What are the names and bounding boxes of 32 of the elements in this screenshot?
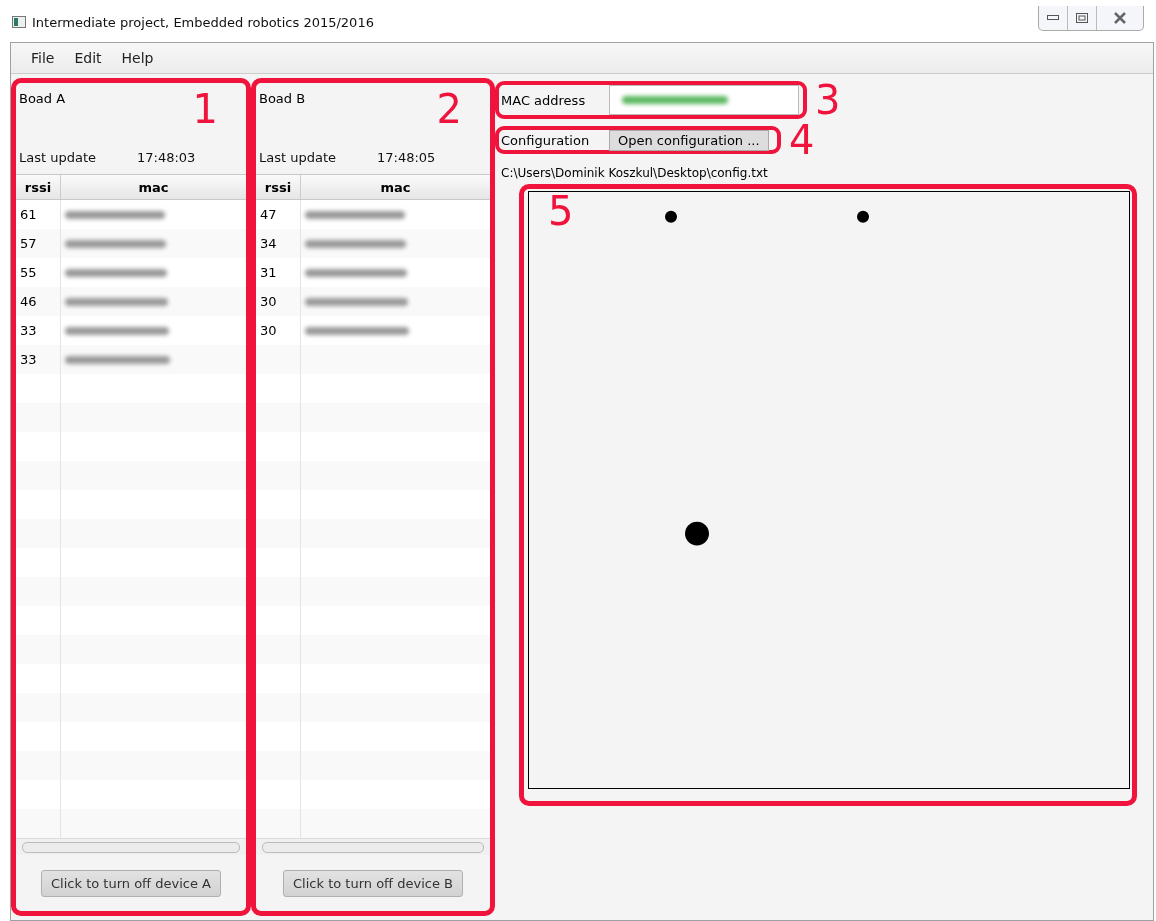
configuration-label: Configuration: [500, 132, 591, 148]
annotation-number: 5: [548, 191, 574, 231]
board-title: Boad A: [19, 91, 66, 106]
horizontal-scrollbar[interactable]: [256, 838, 490, 855]
turn-off-button[interactable]: Click to turn off device B: [283, 869, 463, 897]
update-time: 17:48:05: [377, 149, 436, 165]
menu-item[interactable]: Help: [111, 50, 164, 66]
last-update-label: Last update: [19, 149, 98, 165]
menu-item[interactable]: Edit: [64, 50, 112, 66]
annotation-number: 3: [815, 80, 841, 120]
column-header[interactable]: rssi: [16, 175, 61, 199]
column-header[interactable]: mac: [61, 175, 246, 199]
annotation-number: 4: [789, 120, 815, 160]
window-title: Intermediate project, Embedded robotics 2015/2016: [32, 15, 374, 30]
last-update-label: Last update: [259, 149, 338, 165]
open-configuration-button[interactable]: Open configuration ...: [609, 129, 769, 151]
update-time: 17:48:03: [137, 149, 196, 165]
column-header[interactable]: rssi: [256, 175, 301, 199]
robot-dot: [685, 521, 709, 546]
mac-field[interactable]: [609, 85, 799, 115]
annotation-number: 2: [436, 89, 462, 129]
config-path: C:\Users\Dominik Koszkul\Desktop\config.txt: [501, 166, 769, 180]
menu-item[interactable]: File: [21, 50, 65, 66]
annotation-number: 1: [192, 89, 218, 129]
column-header[interactable]: mac: [301, 175, 490, 199]
turn-off-button[interactable]: Click to turn off device A: [41, 869, 221, 897]
horizontal-scrollbar[interactable]: [16, 838, 246, 855]
board-title: Boad B: [259, 91, 306, 106]
mac-label: MAC address: [500, 92, 587, 108]
anchor-dot: [665, 210, 677, 223]
app-icon: [12, 16, 26, 28]
anchor-dot: [857, 210, 869, 223]
